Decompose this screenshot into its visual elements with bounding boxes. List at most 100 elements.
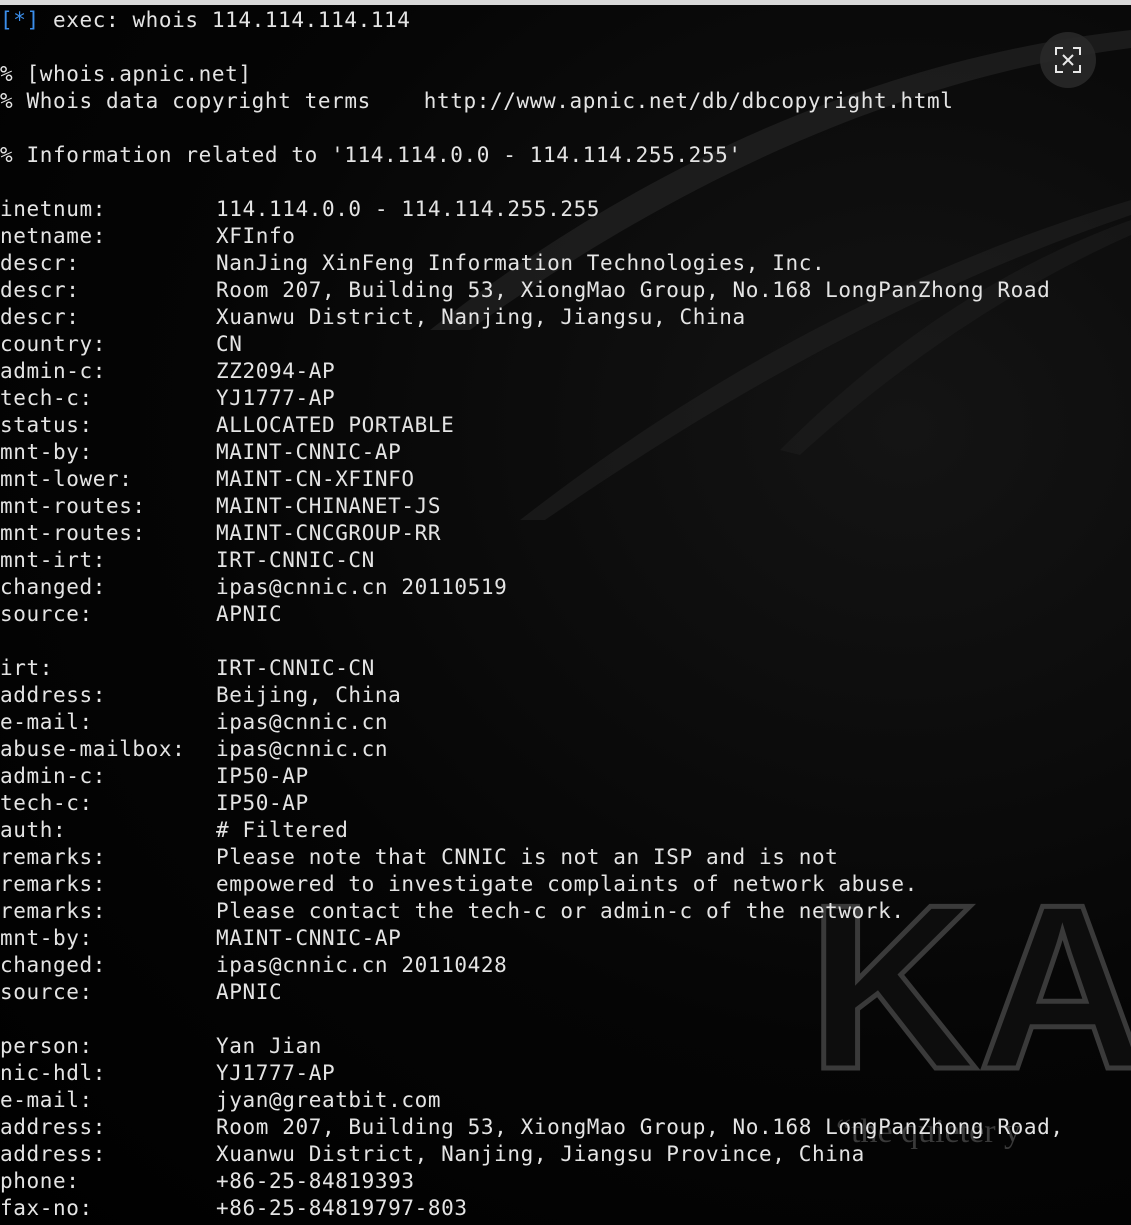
whois-record-line: mnt-by: MAINT-CNNIC-AP [0,439,1131,466]
whois-record-line: address: Beijing, China [0,682,1131,709]
record-value: MAINT-CNNIC-AP [216,440,402,464]
record-value: XFInfo [216,224,296,248]
header-line: % Whois data copyright terms http://www.… [0,89,954,113]
record-key: changed: [0,953,106,977]
record-key: abuse-mailbox: [0,737,186,761]
command-line: [*] exec: whois 114.114.114.114 [0,7,1131,34]
whois-record-line: address: Room 207, Building 53, XiongMao … [0,1114,1131,1141]
record-key: tech-c: [0,791,93,815]
record-value: ALLOCATED PORTABLE [216,413,455,437]
record-key: mnt-lower: [0,467,133,491]
record-value: ZZ2094-AP [216,359,336,383]
record-value: ipas@cnnic.cn 20110428 [216,953,508,977]
record-key: mnt-by: [0,440,93,464]
record-value: IP50-AP [216,791,309,815]
record-key: descr: [0,278,80,302]
record-key: mnt-routes: [0,521,146,545]
whois-record-line: source: APNIC [0,601,1131,628]
record-key: descr: [0,305,80,329]
record-value: +86-25-84819393 [216,1169,415,1193]
record-key: mnt-by: [0,926,93,950]
record-key: address: [0,1115,106,1139]
record-key: netname: [0,224,106,248]
record-key: remarks: [0,845,106,869]
record-value: ipas@cnnic.cn 20110519 [216,575,508,599]
record-value: IRT-CNNIC-CN [216,656,375,680]
whois-record-line: mnt-routes: MAINT-CHINANET-JS [0,493,1131,520]
command-text: exec: whois 114.114.114.114 [52,8,411,32]
record-value: IRT-CNNIC-CN [216,548,375,572]
whois-record-line: e-mail: ipas@cnnic.cn [0,709,1131,736]
whois-record-line: address: Xuanwu District, Nanjing, Jiangs… [0,1141,1131,1168]
whois-record-line: remarks: empowered to investigate complai… [0,871,1131,898]
record-value: Room 207, Building 53, XiongMao Group, N… [216,278,1051,302]
record-value: YJ1777-AP [216,386,336,410]
whois-record-line: remarks: Please contact the tech-c or adm… [0,898,1131,925]
record-key: remarks: [0,899,106,923]
record-key: auth: [0,818,67,842]
whois-record-line: admin-c: IP50-AP [0,763,1131,790]
record-value: Xuanwu District, Nanjing, Jiangsu Provin… [216,1142,865,1166]
record-value: Please contact the tech-c or admin-c of … [216,899,905,923]
terminal-output: [*] exec: whois 114.114.114.114 % [whois… [0,7,1131,1222]
record-key: remarks: [0,872,106,896]
record-key: e-mail: [0,1088,93,1112]
record-value: APNIC [216,980,283,1004]
record-value: Yan Jian [216,1034,322,1058]
record-key: phone: [0,1169,80,1193]
whois-record-line: tech-c: YJ1777-AP [0,385,1131,412]
record-value: Please note that CNNIC is not an ISP and… [216,845,839,869]
record-key: address: [0,683,106,707]
record-key: mnt-irt: [0,548,106,572]
record-value: Room 207, Building 53, XiongMao Group, N… [216,1115,1064,1139]
whois-record-line: remarks: Please note that CNNIC is not an… [0,844,1131,871]
record-key: tech-c: [0,386,93,410]
whois-record-line: source: APNIC [0,979,1131,1006]
whois-record-line: mnt-irt: IRT-CNNIC-CN [0,547,1131,574]
command-marker: [*] [0,8,40,32]
record-key: changed: [0,575,106,599]
whois-record-line: mnt-lower: MAINT-CN-XFINFO [0,466,1131,493]
whois-record-line: tech-c: IP50-AP [0,790,1131,817]
record-key: inetnum: [0,197,106,221]
whois-record-line: mnt-by: MAINT-CNNIC-AP [0,925,1131,952]
whois-record-line: abuse-mailbox: ipas@cnnic.cn [0,736,1131,763]
terminal-screen: KA “the quieter y [*] exec: whois 114.11… [0,0,1131,1225]
record-key: country: [0,332,106,356]
record-value: NanJing XinFeng Information Technologies… [216,251,826,275]
irt-block: irt: IRT-CNNIC-CN address: Beijing, China … [0,655,1131,1006]
record-value: jyan@greatbit.com [216,1088,442,1112]
record-key: nic-hdl: [0,1061,106,1085]
record-value: +86-25-84819797-803 [216,1196,468,1220]
record-value: MAINT-CNCGROUP-RR [216,521,442,545]
record-key: irt: [0,656,53,680]
whois-record-line: irt: IRT-CNNIC-CN [0,655,1131,682]
whois-record-line: inetnum: 114.114.0.0 - 114.114.255.255 [0,196,1131,223]
close-icon [1053,45,1083,75]
record-key: source: [0,602,93,626]
record-key: status: [0,413,93,437]
whois-record-line: netname: XFInfo [0,223,1131,250]
header-line: % [whois.apnic.net] [0,62,252,86]
record-value: CN [216,332,243,356]
window-top-border [0,0,1131,5]
whois-record-line: descr: Xuanwu District, Nanjing, Jiangsu,… [0,304,1131,331]
whois-record-line: descr: Room 207, Building 53, XiongMao Gr… [0,277,1131,304]
record-value: IP50-AP [216,764,309,788]
person-block: person: Yan Jian nic-hdl: YJ1777-AP e-mail… [0,1033,1131,1222]
whois-record-line: changed: ipas@cnnic.cn 20110428 [0,952,1131,979]
record-key: source: [0,980,93,1004]
whois-record-line: mnt-routes: MAINT-CNCGROUP-RR [0,520,1131,547]
record-value: ipas@cnnic.cn [216,737,389,761]
record-key: person: [0,1034,93,1058]
inetnum-block: inetnum: 114.114.0.0 - 114.114.255.255 ne… [0,196,1131,628]
close-button[interactable] [1040,32,1096,88]
record-key: admin-c: [0,764,106,788]
whois-record-line: country: CN [0,331,1131,358]
record-value: MAINT-CHINANET-JS [216,494,442,518]
whois-record-line: fax-no: +86-25-84819797-803 [0,1195,1131,1222]
